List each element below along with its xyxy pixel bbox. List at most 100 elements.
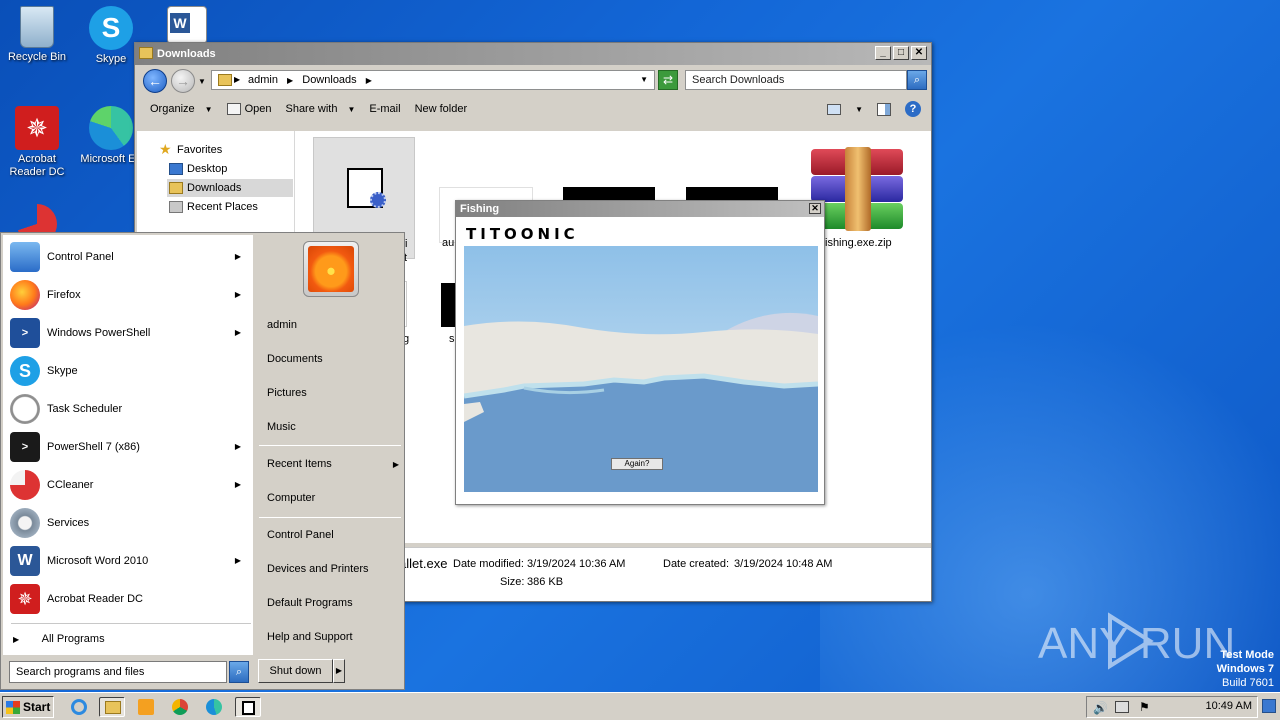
minimize-button[interactable]: _ xyxy=(875,46,891,60)
share-with-button[interactable]: Share with ▼ xyxy=(280,103,364,115)
application-icon xyxy=(242,701,255,715)
user-picture[interactable] xyxy=(303,241,359,297)
desktop-icon-label: Microsoft Ed xyxy=(80,153,142,165)
open-icon xyxy=(226,103,241,115)
address-bar[interactable]: ▶ admin ▶ Downloads ▶ ▼ xyxy=(211,70,655,90)
start-item-label: CCleaner xyxy=(47,479,94,491)
start-right-music[interactable]: Music xyxy=(267,421,296,433)
start-right-recent-items[interactable]: Recent Items ▶ xyxy=(267,458,399,470)
start-item-label: Skype xyxy=(47,365,78,377)
open-button[interactable]: Open xyxy=(222,103,281,115)
nav-favorites[interactable]: ★ Favorites xyxy=(157,141,283,159)
search-input[interactable]: Search Downloads xyxy=(685,70,907,90)
search-icon[interactable]: ⌕ xyxy=(229,661,249,683)
start-right-help-support[interactable]: Help and Support xyxy=(267,631,353,643)
nav-favorites-label: Favorites xyxy=(177,144,223,156)
fishing-window: Fishing ✕ TITOONIC Again? xyxy=(455,200,825,505)
start-search-input[interactable]: Search programs and files xyxy=(9,661,227,683)
preview-pane-icon[interactable] xyxy=(877,102,891,116)
email-button[interactable]: E-mail xyxy=(364,103,409,115)
start-item-windows-powershell[interactable]: > Windows PowerShell ▶ xyxy=(1,315,251,351)
game-scene[interactable]: Again? xyxy=(464,246,818,492)
nav-recent-places[interactable]: Recent Places xyxy=(167,198,293,216)
breadcrumb-chevron-icon[interactable]: ▶ xyxy=(287,76,293,85)
start-item-skype[interactable]: S Skype xyxy=(1,353,251,389)
breadcrumb-chevron-icon[interactable]: ▶ xyxy=(366,76,372,85)
start-right-control-panel[interactable]: Control Panel xyxy=(267,529,334,541)
start-menu-divider xyxy=(259,517,401,518)
start-item-word[interactable]: W Microsoft Word 2010 ▶ xyxy=(1,543,251,579)
again-button[interactable]: Again? xyxy=(611,458,663,470)
desktop-icon-acrobat[interactable]: ✵ Acrobat Reader DC xyxy=(0,106,74,179)
back-button[interactable]: ← xyxy=(143,69,167,93)
network-icon[interactable] xyxy=(1115,701,1129,713)
taskbar: Start 🔊 ⚑ 10:49 AM xyxy=(0,692,1280,720)
view-options-icon[interactable] xyxy=(827,103,842,115)
explorer-titlebar[interactable]: Downloads _ □ ✕ xyxy=(135,43,931,65)
address-chevron-icon[interactable]: ▶ xyxy=(234,75,240,84)
breadcrumb-admin[interactable]: admin xyxy=(248,74,278,86)
new-folder-button[interactable]: New folder xyxy=(410,103,477,115)
close-button[interactable]: ✕ xyxy=(911,46,927,60)
powershell-icon: > xyxy=(10,318,40,348)
window-title: Downloads xyxy=(157,48,216,60)
search-icon[interactable]: ⌕ xyxy=(907,70,927,90)
forward-button[interactable]: → xyxy=(171,69,195,93)
clock[interactable]: 10:49 AM xyxy=(1206,700,1252,712)
start-item-label: Acrobat Reader DC xyxy=(47,593,143,605)
desktop-icon-word-doc[interactable]: W xyxy=(150,6,224,47)
taskbar-explorer[interactable] xyxy=(99,697,125,717)
edge-icon xyxy=(206,699,222,715)
recent-items-label: Recent Items xyxy=(267,458,332,470)
start-item-label: PowerShell 7 (x86) xyxy=(47,441,140,453)
show-desktop-icon[interactable] xyxy=(1262,699,1276,713)
action-center-flag-icon[interactable]: ⚑ xyxy=(1139,700,1150,714)
maximize-button[interactable]: □ xyxy=(893,46,909,60)
speaker-icon[interactable]: 🔊 xyxy=(1093,701,1108,715)
nav-downloads[interactable]: Downloads xyxy=(167,179,293,197)
help-icon[interactable]: ? xyxy=(905,101,921,117)
services-icon xyxy=(10,508,40,538)
start-right-devices-printers[interactable]: Devices and Printers xyxy=(267,563,369,575)
taskbar-edge[interactable] xyxy=(201,697,227,717)
address-dropdown-icon[interactable]: ▼ xyxy=(640,75,648,84)
close-button[interactable]: ✕ xyxy=(809,203,821,214)
anyrun-logo: ANY RUN xyxy=(1038,612,1235,670)
desktop-icon-recycle-bin[interactable]: Recycle Bin xyxy=(0,6,74,64)
start-item-acrobat[interactable]: ✵ Acrobat Reader DC xyxy=(1,581,251,617)
start-right-pictures[interactable]: Pictures xyxy=(267,387,307,399)
start-item-powershell7[interactable]: > PowerShell 7 (x86) ▶ xyxy=(1,429,251,465)
start-label: Start xyxy=(23,700,51,714)
fishing-titlebar[interactable]: Fishing ✕ xyxy=(456,201,824,217)
history-dropdown-icon[interactable]: ▼ xyxy=(198,77,206,86)
taskbar-media-player[interactable] xyxy=(133,697,159,717)
taskbar-chrome[interactable] xyxy=(167,697,193,717)
all-programs-button[interactable]: ▶ All Programs xyxy=(13,633,105,645)
start-item-firefox[interactable]: Firefox ▶ xyxy=(1,277,251,313)
start-item-label: Firefox xyxy=(47,289,81,301)
shutdown-options-arrow-icon[interactable]: ▶ xyxy=(333,659,345,683)
refresh-button[interactable]: ⇄ xyxy=(658,70,678,90)
start-button[interactable]: Start xyxy=(2,696,54,718)
start-item-control-panel[interactable]: Control Panel ▶ xyxy=(1,239,251,275)
task-scheduler-icon xyxy=(10,394,40,424)
taskbar-fishing-app[interactable] xyxy=(235,697,261,717)
start-item-task-scheduler[interactable]: Task Scheduler xyxy=(1,391,251,427)
shutdown-button[interactable]: Shut down xyxy=(258,659,333,683)
organize-button[interactable]: Organize ▼ xyxy=(145,103,222,115)
chevron-down-icon[interactable]: ▼ xyxy=(855,105,863,114)
nav-desktop[interactable]: Desktop xyxy=(167,160,293,178)
start-item-services[interactable]: Services xyxy=(1,505,251,541)
powershell7-icon: > xyxy=(10,432,40,462)
start-right-user[interactable]: admin xyxy=(267,319,297,331)
start-item-ccleaner[interactable]: CCleaner ▶ xyxy=(1,467,251,503)
start-right-computer[interactable]: Computer xyxy=(267,492,315,504)
start-right-documents[interactable]: Documents xyxy=(267,353,323,365)
taskbar-ie[interactable] xyxy=(66,697,92,717)
start-right-default-programs[interactable]: Default Programs xyxy=(267,597,353,609)
desktop-icon xyxy=(169,163,183,175)
breadcrumb-downloads[interactable]: Downloads xyxy=(302,74,356,86)
gear-icon xyxy=(370,192,386,208)
ccleaner-icon xyxy=(10,470,40,500)
watermark-line2: Windows 7 xyxy=(1216,663,1274,675)
